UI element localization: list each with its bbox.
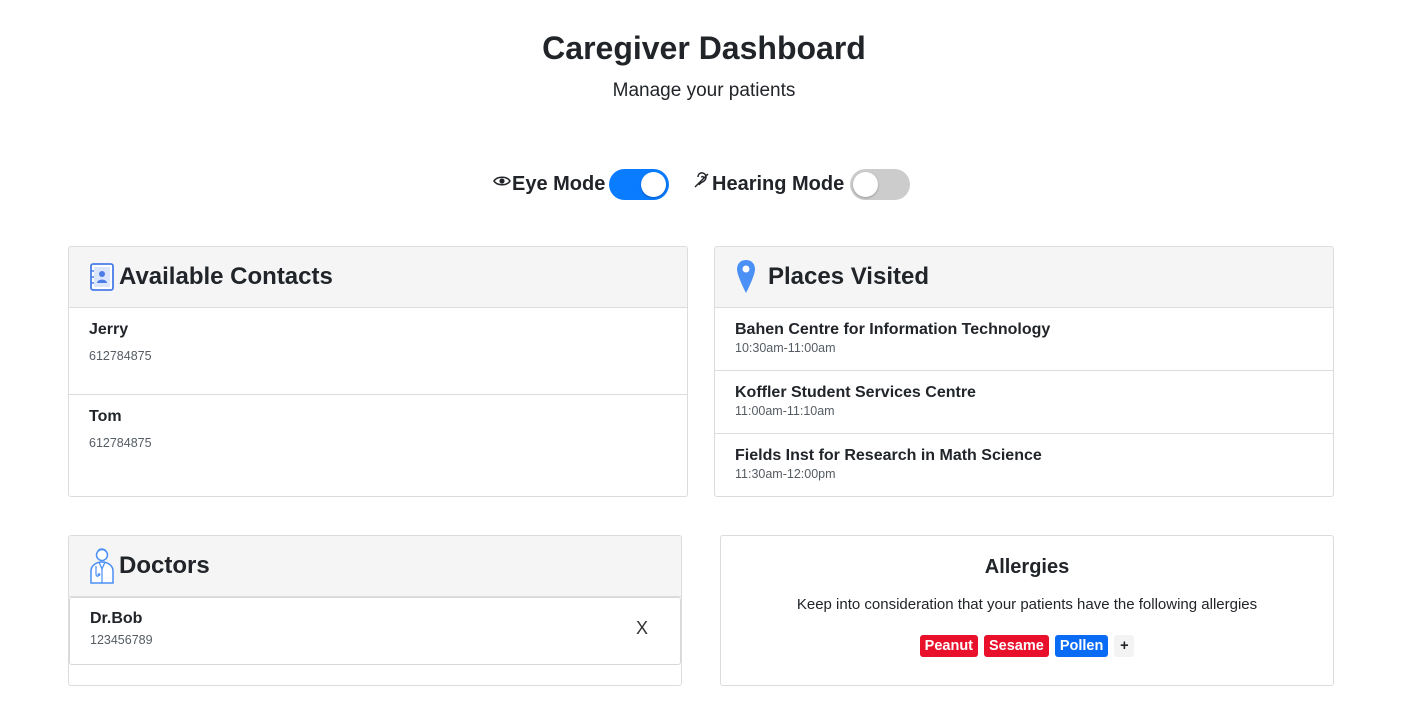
doctors-card: Doctors Dr.Bob 123456789 X bbox=[68, 535, 682, 686]
allergies-title: Allergies bbox=[984, 556, 1070, 578]
hearing-mode-label: Hearing Mode bbox=[712, 172, 845, 195]
contact-name: Tom bbox=[89, 408, 122, 425]
allergy-badges: Peanut Sesame Pollen + bbox=[721, 635, 1333, 657]
eye-mode-toggle[interactable] bbox=[609, 168, 670, 200]
contact-name: Jerry bbox=[89, 321, 129, 338]
doctor-name: Dr.Bob bbox=[90, 610, 143, 627]
allergy-badge-pollen[interactable]: Pollen bbox=[1054, 635, 1109, 657]
contacts-card: Available Contacts Jerry 612784875 Tom 6… bbox=[68, 246, 688, 497]
page-title: Caregiver Dashboard bbox=[542, 30, 866, 66]
eye-mode-label: Eye Mode bbox=[512, 172, 606, 195]
doctors-card-header: Doctors bbox=[69, 536, 681, 597]
add-allergy-button[interactable]: + bbox=[1114, 635, 1135, 657]
contact-book-icon bbox=[89, 261, 115, 293]
place-name: Koffler Student Services Centre bbox=[735, 384, 976, 401]
hearing-mode-control: Hearing Mode bbox=[693, 168, 911, 200]
doctor-phone: 123456789 bbox=[90, 633, 153, 647]
hearing-icon bbox=[693, 171, 711, 188]
doctors-card-title: Doctors bbox=[119, 552, 210, 579]
allergies-card: Allergies Keep into consideration that y… bbox=[720, 535, 1334, 686]
place-time: 10:30am-11:00am bbox=[735, 341, 836, 355]
doctor-item[interactable]: Dr.Bob 123456789 X bbox=[69, 597, 681, 665]
eye-mode-control: Eye Mode bbox=[493, 168, 670, 200]
eye-icon bbox=[493, 171, 511, 187]
doctor-icon bbox=[89, 547, 115, 585]
place-time: 11:30am-12:00pm bbox=[735, 467, 836, 481]
page-subtitle: Manage your patients bbox=[612, 80, 796, 101]
hearing-mode-toggle[interactable] bbox=[850, 168, 911, 200]
place-time: 11:00am-11:10am bbox=[735, 404, 835, 418]
place-item[interactable]: Koffler Student Services Centre 11:00am-… bbox=[715, 371, 1333, 434]
map-pin-icon bbox=[735, 260, 759, 293]
toggle-knob bbox=[641, 171, 667, 197]
allergy-badge-sesame[interactable]: Sesame bbox=[984, 635, 1049, 657]
allergies-description: Keep into consideration that your patien… bbox=[796, 596, 1258, 613]
contact-item[interactable]: Jerry 612784875 bbox=[69, 308, 687, 395]
contact-item[interactable]: Tom 612784875 bbox=[69, 395, 687, 482]
contact-phone: 612784875 bbox=[89, 349, 152, 363]
place-name: Fields Inst for Research in Math Science bbox=[735, 447, 1042, 464]
toggle-knob bbox=[853, 171, 879, 197]
place-name: Bahen Centre for Information Technology bbox=[735, 321, 1051, 338]
remove-doctor-button[interactable]: X bbox=[636, 618, 648, 639]
contact-phone: 612784875 bbox=[89, 436, 152, 450]
places-card-header: Places Visited bbox=[715, 247, 1333, 308]
contacts-card-title: Available Contacts bbox=[119, 263, 333, 290]
places-card-title: Places Visited bbox=[768, 263, 929, 290]
contacts-card-header: Available Contacts bbox=[69, 247, 687, 308]
place-item[interactable]: Fields Inst for Research in Math Science… bbox=[715, 434, 1333, 496]
places-card: Places Visited Bahen Centre for Informat… bbox=[714, 246, 1334, 497]
allergy-badge-peanut[interactable]: Peanut bbox=[919, 635, 978, 657]
place-item[interactable]: Bahen Centre for Information Technology … bbox=[715, 308, 1333, 371]
